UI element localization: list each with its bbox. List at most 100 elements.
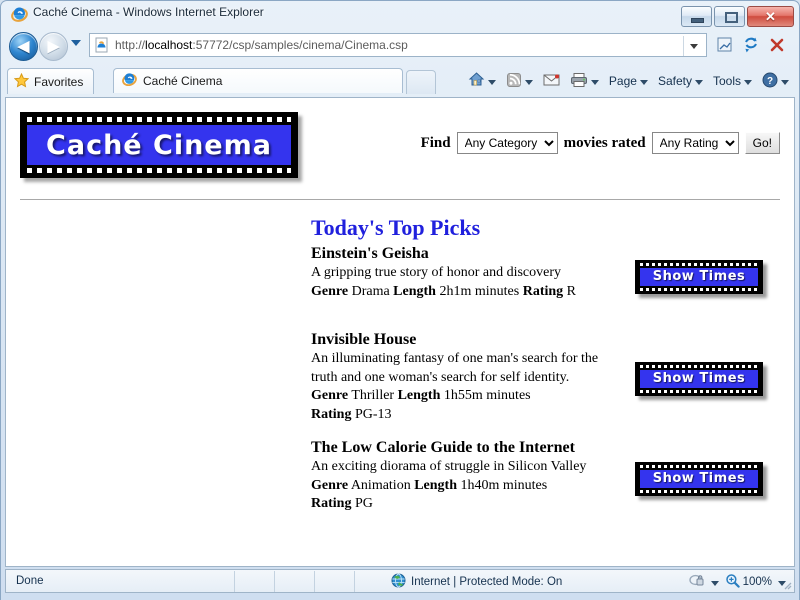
feeds-chevron-down-icon[interactable] xyxy=(524,79,533,85)
feeds-button[interactable] xyxy=(502,69,537,93)
read-mail-button[interactable] xyxy=(539,69,564,93)
help-icon: ? xyxy=(762,72,778,91)
home-chevron-down-icon[interactable] xyxy=(487,79,496,85)
page-menu-label: Page xyxy=(608,74,637,88)
refresh-button[interactable] xyxy=(739,33,763,57)
logo-inner-panel: Caché Cinema xyxy=(27,125,291,165)
cinema-logo: Caché Cinema xyxy=(20,112,298,178)
navigation-bar: ◀ ▶ http://localhost:57772/csp/samples/c… xyxy=(1,29,799,63)
go-button[interactable]: Go! xyxy=(744,132,780,154)
rating-label: Rating xyxy=(311,496,352,512)
refresh-icon xyxy=(745,37,757,53)
mail-icon xyxy=(543,72,560,90)
show-times-label: Show Times xyxy=(652,269,746,284)
show-times-button[interactable]: Show Times xyxy=(635,361,763,396)
maximize-icon xyxy=(725,12,738,23)
film-sprockets-bottom xyxy=(640,287,758,291)
minimize-icon xyxy=(691,18,704,23)
maximize-button[interactable] xyxy=(714,6,745,27)
genre-value: Drama xyxy=(351,283,390,299)
show-times-button[interactable]: Show Times xyxy=(635,259,763,294)
movie-item: Einstein's Geisha A gripping true story … xyxy=(311,244,781,318)
movie-meta: Genre Animation Length 1h40m minutes Rati… xyxy=(311,477,621,514)
address-text: http://localhost:57772/csp/samples/cinem… xyxy=(115,38,408,52)
tab-favicon-icon xyxy=(122,72,137,90)
recent-pages-chevron-down-icon[interactable] xyxy=(71,40,81,46)
genre-value: Animation xyxy=(350,477,411,493)
safety-menu-label: Safety xyxy=(657,74,692,88)
browser-window: Caché Cinema - Windows Internet Explorer… xyxy=(0,0,800,600)
status-right-group: 100% xyxy=(688,573,786,591)
home-button[interactable] xyxy=(464,69,500,93)
help-chevron-down-icon[interactable] xyxy=(781,79,789,85)
print-chevron-down-icon[interactable] xyxy=(590,79,599,85)
security-zone[interactable]: Internet | Protected Mode: On xyxy=(391,573,562,591)
address-port: :57772 xyxy=(192,38,230,52)
page-menu[interactable]: Page xyxy=(605,69,652,93)
minutes-suffix: minutes xyxy=(486,388,531,404)
tools-menu[interactable]: Tools xyxy=(709,69,756,93)
print-button[interactable] xyxy=(566,69,603,93)
status-bar: Done Internet | Protected Mode: On 100% xyxy=(5,569,795,593)
zoom-control[interactable]: 100% xyxy=(725,573,772,591)
rating-select[interactable]: Any Rating xyxy=(651,132,739,154)
page-title: Today's Top Picks xyxy=(311,215,481,240)
compatibility-view-button[interactable] xyxy=(713,33,737,57)
forward-button[interactable]: ▶ xyxy=(39,32,68,61)
minutes-suffix: minutes xyxy=(474,283,520,299)
back-arrow-icon: ◀ xyxy=(17,38,30,55)
browser-tab-cache-cinema[interactable]: Caché Cinema xyxy=(113,68,403,93)
forward-arrow-icon: ▶ xyxy=(47,38,60,55)
address-chevron-down-icon[interactable] xyxy=(690,44,698,49)
security-zone-label: Internet | Protected Mode: On xyxy=(411,576,563,588)
show-times-button[interactable]: Show Times xyxy=(635,461,763,496)
show-times-label: Show Times xyxy=(652,471,746,486)
film-sprockets-top xyxy=(640,464,758,468)
back-button[interactable]: ◀ xyxy=(9,32,38,61)
find-label: Find xyxy=(420,134,451,151)
magnifier-icon xyxy=(725,573,740,591)
length-value: 1h40m xyxy=(460,477,500,493)
close-icon: ✕ xyxy=(765,9,776,24)
home-icon xyxy=(468,71,485,91)
help-menu[interactable]: ? xyxy=(758,69,793,93)
movie-item: The Low Calorie Guide to the Internet An… xyxy=(311,438,781,518)
movie-meta: Genre Drama Length 2h1m minutes Rating R xyxy=(311,283,621,301)
favorites-button[interactable]: Favorites xyxy=(7,68,95,94)
show-times-label: Show Times xyxy=(652,371,746,386)
title-bar: Caché Cinema - Windows Internet Explorer… xyxy=(1,1,799,28)
film-sprockets-bottom xyxy=(640,489,758,493)
movie-item: Invisible House An illuminating fantasy … xyxy=(311,330,781,426)
length-label: Length xyxy=(397,388,441,404)
address-scheme: http:// xyxy=(115,38,146,52)
resize-grip[interactable] xyxy=(782,580,792,590)
rating-label: Rating xyxy=(311,406,352,422)
minimize-button[interactable] xyxy=(681,6,712,27)
address-separator xyxy=(683,36,684,56)
address-bar[interactable]: http://localhost:57772/csp/samples/cinem… xyxy=(89,33,707,57)
privacy-icon[interactable] xyxy=(688,573,705,591)
privacy-chevron-down-icon[interactable] xyxy=(710,580,719,586)
show-times-panel: Show Times xyxy=(640,469,758,488)
safety-chevron-down-icon xyxy=(694,79,703,85)
movie-title: Einstein's Geisha xyxy=(311,244,429,262)
new-tab-button[interactable] xyxy=(406,70,436,94)
movie-info: Einstein's Geisha A gripping true story … xyxy=(311,244,621,302)
genre-value: Thriller xyxy=(351,388,395,404)
close-button[interactable]: ✕ xyxy=(747,6,794,27)
safety-menu[interactable]: Safety xyxy=(654,69,707,93)
show-times-panel: Show Times xyxy=(640,267,758,286)
stop-button[interactable] xyxy=(765,33,789,57)
category-select[interactable]: Any Category xyxy=(456,132,558,154)
film-sprockets-top xyxy=(640,364,758,368)
rss-icon xyxy=(506,72,522,91)
command-bar: Page Safety Tools ? xyxy=(464,69,793,93)
compatibility-view-icon xyxy=(717,37,732,52)
ie-logo-icon xyxy=(11,6,28,23)
tab-label: Caché Cinema xyxy=(143,74,223,88)
globe-icon xyxy=(391,573,406,591)
minutes-suffix: minutes xyxy=(502,477,548,493)
status-separators xyxy=(234,571,394,592)
length-value: 2h1m xyxy=(439,283,472,299)
rating-value: R xyxy=(566,283,576,299)
